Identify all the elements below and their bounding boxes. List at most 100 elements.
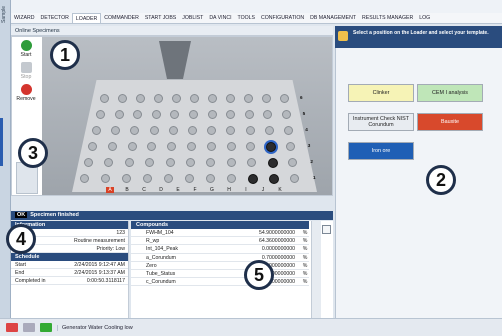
row-label: 1 xyxy=(313,175,316,180)
tray-position[interactable] xyxy=(151,110,161,119)
compounds-list: FWHM_104 54.9000000000% R_wp 64.3600000000%… xyxy=(131,229,333,287)
warning-text: Generator Water Cooling low xyxy=(57,324,133,331)
tray-position[interactable] xyxy=(244,110,254,119)
tray-position[interactable] xyxy=(226,94,235,103)
info-icon xyxy=(338,31,348,41)
template-button[interactable]: Clinker xyxy=(348,84,414,102)
tray-position[interactable] xyxy=(188,126,197,135)
tray-position[interactable] xyxy=(101,174,110,183)
stop-icon xyxy=(20,62,32,73)
tray-position[interactable] xyxy=(207,110,217,119)
compound-value: 0.0000000000 xyxy=(261,246,295,253)
tray-position[interactable] xyxy=(165,158,175,167)
loader-window: Sample WIZARD DETECTOR LOADER COMMANDER STAR… xyxy=(0,0,502,336)
tray-position[interactable] xyxy=(168,126,178,135)
tray-position[interactable] xyxy=(124,158,134,167)
compound-row: c_Corundum 1300.8000000000% xyxy=(131,278,309,287)
compound-unit: % xyxy=(302,262,308,269)
ok-badge: OK xyxy=(15,212,28,218)
row-label: 6 xyxy=(300,95,303,100)
tray-position[interactable] xyxy=(290,174,299,183)
menu-tab[interactable]: DETECTOR xyxy=(37,13,71,23)
tray-position[interactable] xyxy=(282,110,291,119)
tray-position[interactable] xyxy=(164,174,173,183)
tray-position[interactable] xyxy=(88,142,97,151)
stop-button[interactable]: Stop xyxy=(12,62,40,80)
tray-position[interactable] xyxy=(143,174,152,183)
menu-tab[interactable]: CONFIGURATION xyxy=(258,13,307,23)
tray-position[interactable] xyxy=(122,174,131,183)
tray-position[interactable] xyxy=(107,142,117,151)
tray-position[interactable] xyxy=(286,142,295,151)
tray-position[interactable] xyxy=(269,174,279,184)
tray-position[interactable] xyxy=(92,126,101,135)
compound-name: Int_104_Peak xyxy=(146,246,179,253)
tray-position[interactable] xyxy=(208,94,217,103)
tray-position[interactable] xyxy=(284,126,293,135)
export-icon[interactable] xyxy=(322,225,331,234)
menu-tab[interactable]: LOG xyxy=(416,13,433,23)
tray-position[interactable] xyxy=(186,158,195,167)
tray-position[interactable] xyxy=(118,94,127,103)
compound-row: FWHM_104 54.9000000000% xyxy=(131,229,309,238)
callout-2: 2 xyxy=(426,165,456,195)
info-key: Start xyxy=(15,262,26,268)
tray-position[interactable] xyxy=(172,94,181,103)
tray-position[interactable] xyxy=(288,158,297,167)
tray-position[interactable] xyxy=(149,126,159,135)
template-button[interactable]: Bauxite xyxy=(417,113,483,131)
info-value: 123 xyxy=(116,230,125,236)
tray-position[interactable] xyxy=(80,174,89,183)
flag-icon xyxy=(6,323,18,332)
column-label: E xyxy=(176,187,180,193)
menu-tab[interactable]: JOBLIST xyxy=(179,13,206,23)
tray-position[interactable] xyxy=(190,94,199,103)
title-bar xyxy=(11,0,502,13)
tray-position[interactable] xyxy=(226,142,236,151)
tray-position[interactable] xyxy=(114,110,124,119)
tray-position[interactable] xyxy=(206,142,216,151)
row-label: 4 xyxy=(305,127,308,132)
tray-position[interactable] xyxy=(245,126,255,135)
tray-position[interactable] xyxy=(185,174,194,183)
tray-position[interactable] xyxy=(244,94,253,103)
play-icon xyxy=(20,40,32,51)
menu-tab[interactable]: COMMANDER xyxy=(101,13,142,23)
remove-button[interactable]: Remove xyxy=(12,84,40,102)
template-button[interactable]: Iron ore xyxy=(348,142,414,160)
tray-position[interactable] xyxy=(96,110,105,119)
tray-position[interactable] xyxy=(226,158,236,167)
compound-unit: % xyxy=(302,238,308,245)
tray-position[interactable] xyxy=(227,174,236,183)
tray-position[interactable] xyxy=(206,174,215,183)
tray-position[interactable] xyxy=(127,142,137,151)
info-value: 0:00:50.3118117 xyxy=(86,278,125,284)
menu-tab[interactable]: DB MANAGEMENT xyxy=(307,13,359,23)
menu-tab[interactable]: START JOBS xyxy=(142,13,179,23)
compound-name: Tube_Status xyxy=(146,270,176,277)
template-button[interactable]: CEM I analysis xyxy=(417,84,483,102)
menu-tab[interactable]: LOADER xyxy=(71,13,102,23)
column-label: H xyxy=(227,187,231,193)
tray-position[interactable] xyxy=(267,158,278,168)
tray-position[interactable] xyxy=(187,142,196,151)
tray-position[interactable] xyxy=(248,174,258,184)
compound-unit: % xyxy=(302,230,308,236)
tray-position[interactable] xyxy=(189,110,198,119)
tray-position[interactable] xyxy=(84,158,93,167)
tray-position[interactable] xyxy=(100,94,109,103)
compound-value: 54.9000000000 xyxy=(258,230,295,236)
tray-position[interactable] xyxy=(264,126,274,135)
column-label: K xyxy=(278,187,282,193)
tray-position[interactable] xyxy=(262,94,271,103)
start-button[interactable]: Start xyxy=(12,40,40,58)
tray-position[interactable] xyxy=(136,94,145,103)
menu-tab[interactable]: DA VINCI xyxy=(206,13,234,23)
menu-tab[interactable]: RESULTS MANAGER xyxy=(359,13,416,23)
menu-tab[interactable]: WIZARD xyxy=(11,13,37,23)
tray-position[interactable] xyxy=(154,94,163,103)
template-button[interactable]: Instrument Check NIST Corundum xyxy=(348,113,414,131)
remove-icon xyxy=(20,84,32,95)
tray-position[interactable] xyxy=(280,94,289,103)
menu-tab[interactable]: TOOLS xyxy=(235,13,259,23)
